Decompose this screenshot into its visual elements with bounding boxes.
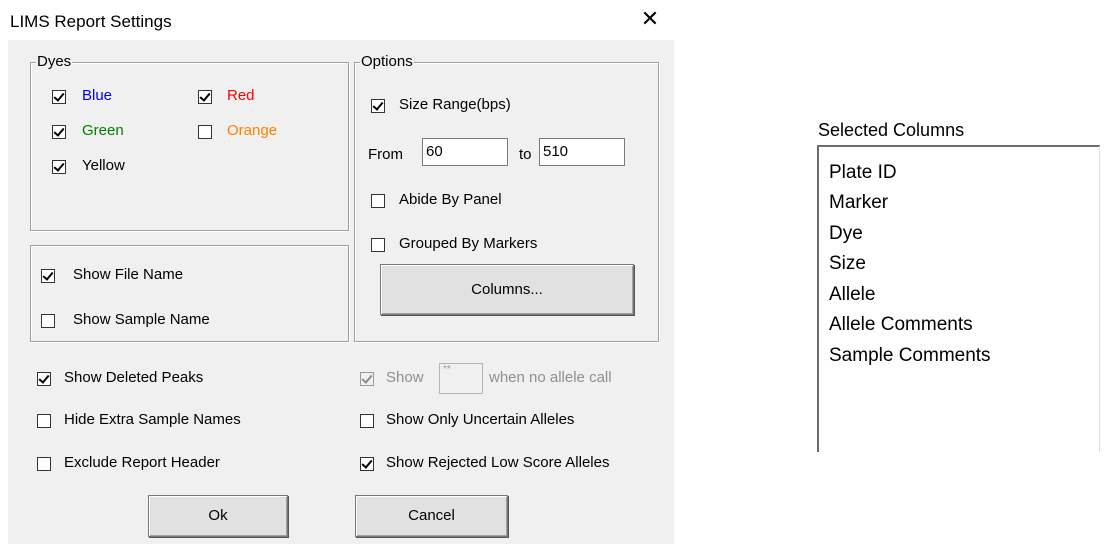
- hide-extra-sample-names-checkbox[interactable]: [37, 414, 51, 428]
- show-sample-name-label: Show Sample Name: [73, 311, 210, 328]
- list-item[interactable]: Allele: [829, 285, 875, 305]
- list-item[interactable]: Marker: [829, 193, 888, 213]
- blue-label: Blue: [82, 87, 113, 104]
- abide-by-panel-label: Abide By Panel: [399, 191, 502, 208]
- yellow-label: Yellow: [82, 157, 125, 174]
- show-rejected-low-score-label: Show Rejected Low Score Alleles: [386, 454, 610, 471]
- yellow-checkbox[interactable]: [52, 160, 66, 174]
- placeholder-suffix-label: when no allele call: [489, 369, 612, 386]
- dialog-client-area: Dyes Blue Red Green Orange Yellow Show F…: [8, 40, 674, 544]
- options-group: Options Size Range(bps) From 60 to 510 A…: [354, 53, 659, 342]
- cancel-button[interactable]: Cancel: [355, 495, 508, 537]
- grouped-by-markers-checkbox[interactable]: [371, 238, 385, 252]
- to-label: to: [519, 146, 532, 163]
- names-group: Show File Name Show Sample Name: [30, 245, 349, 342]
- show-deleted-peaks-checkbox[interactable]: [37, 372, 51, 386]
- list-item[interactable]: Plate ID: [829, 163, 897, 183]
- from-label: From: [368, 146, 403, 163]
- columns-button[interactable]: Columns...: [380, 264, 634, 315]
- exclude-report-header-label: Exclude Report Header: [64, 454, 220, 471]
- abide-by-panel-checkbox[interactable]: [371, 194, 385, 208]
- show-file-name-checkbox[interactable]: [41, 269, 55, 283]
- hide-extra-sample-names-label: Hide Extra Sample Names: [64, 411, 241, 428]
- ok-button[interactable]: Ok: [148, 495, 288, 537]
- from-input[interactable]: 60: [422, 138, 508, 166]
- orange-checkbox[interactable]: [198, 125, 212, 139]
- dialog-title: LIMS Report Settings: [10, 12, 172, 31]
- list-item[interactable]: Size: [829, 254, 866, 274]
- size-range-checkbox[interactable]: [371, 99, 385, 113]
- grouped-by-markers-label: Grouped By Markers: [399, 235, 538, 252]
- placeholder-input[interactable]: **: [439, 363, 483, 394]
- show-placeholder-checkbox[interactable]: [360, 372, 374, 386]
- show-file-name-label: Show File Name: [73, 266, 184, 283]
- size-range-label: Size Range(bps): [399, 96, 511, 113]
- green-label: Green: [82, 122, 124, 139]
- show-only-uncertain-checkbox[interactable]: [360, 414, 374, 428]
- dyes-group: Dyes Blue Red Green Orange Yellow: [30, 53, 349, 231]
- show-rejected-low-score-checkbox[interactable]: [360, 457, 374, 471]
- selected-columns-listbox[interactable]: Plate ID Marker Dye Size Allele Allele C…: [817, 145, 1100, 452]
- blue-checkbox[interactable]: [52, 90, 66, 104]
- dyes-legend: Dyes: [36, 53, 73, 71]
- list-item[interactable]: Sample Comments: [829, 346, 991, 366]
- lims-report-settings-dialog: LIMS Report Settings ✕ Dyes Blue Red Gre…: [0, 0, 680, 544]
- to-input[interactable]: 510: [539, 138, 625, 166]
- show-only-uncertain-label: Show Only Uncertain Alleles: [386, 411, 575, 428]
- exclude-report-header-checkbox[interactable]: [37, 457, 51, 471]
- list-item[interactable]: Allele Comments: [829, 315, 973, 335]
- show-placeholder-label: Show: [386, 369, 424, 386]
- selected-columns-title: Selected Columns: [818, 120, 965, 140]
- green-checkbox[interactable]: [52, 125, 66, 139]
- list-item[interactable]: Dye: [829, 224, 863, 244]
- close-icon[interactable]: ✕: [638, 6, 662, 34]
- orange-label: Orange: [227, 122, 278, 139]
- show-deleted-peaks-label: Show Deleted Peaks: [64, 369, 204, 386]
- red-label: Red: [227, 87, 255, 104]
- red-checkbox[interactable]: [198, 90, 212, 104]
- options-legend: Options: [360, 53, 414, 71]
- show-sample-name-checkbox[interactable]: [41, 314, 55, 328]
